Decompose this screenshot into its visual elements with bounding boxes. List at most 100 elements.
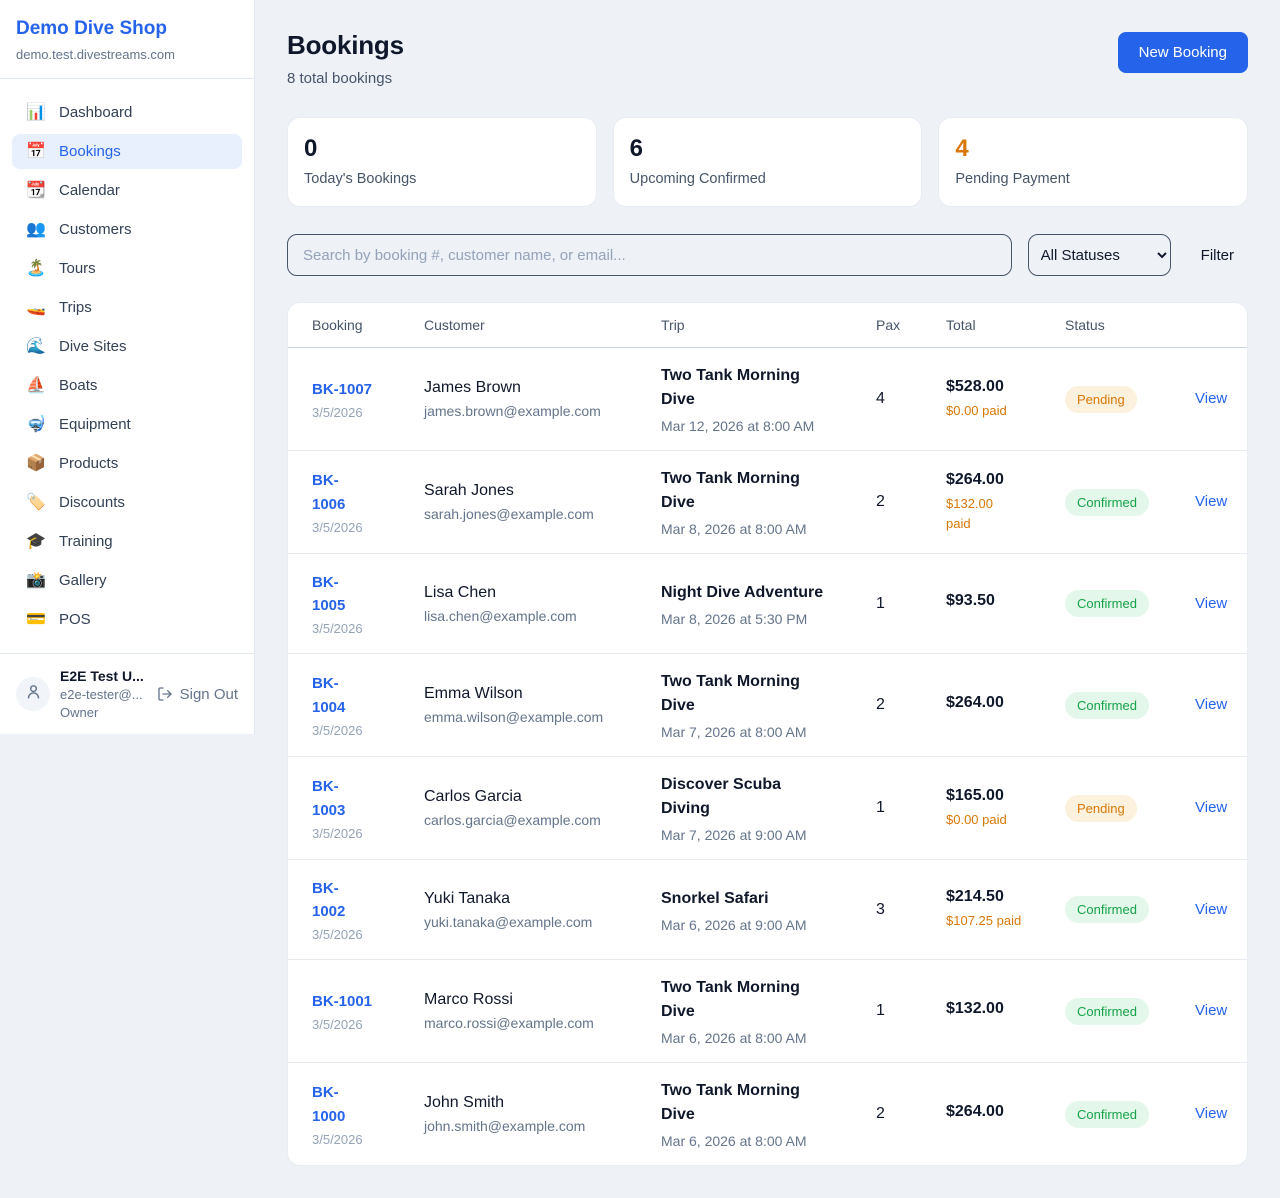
booking-cell: BK-1000 3/5/2026 bbox=[312, 1081, 424, 1147]
pax-cell: 1 bbox=[876, 1002, 946, 1020]
view-link[interactable]: View bbox=[1195, 1002, 1227, 1019]
page-title: Bookings bbox=[287, 30, 404, 61]
total-amount: $132.00 bbox=[946, 1000, 1051, 1018]
customer-name: James Brown bbox=[424, 379, 647, 397]
table-row: BK-1002 3/5/2026 Yuki Tanaka yuki.tanaka… bbox=[288, 860, 1247, 960]
booking-cell: BK-1005 3/5/2026 bbox=[312, 571, 424, 637]
pax-cell: 1 bbox=[876, 595, 946, 613]
status-badge: Confirmed bbox=[1065, 692, 1149, 719]
sidebar-item-gallery[interactable]: 📸 Gallery bbox=[12, 563, 242, 598]
sidebar-item-customers[interactable]: 👥 Customers bbox=[12, 212, 242, 247]
brand-block: Demo Dive Shop demo.test.divestreams.com bbox=[0, 0, 254, 79]
customer-cell: Marco Rossi marco.rossi@example.com bbox=[424, 991, 661, 1031]
column-header-actions bbox=[1195, 317, 1223, 333]
booking-date: 3/5/2026 bbox=[312, 1132, 410, 1147]
view-link[interactable]: View bbox=[1195, 493, 1227, 510]
new-booking-button[interactable]: New Booking bbox=[1118, 32, 1248, 73]
actions-cell: View bbox=[1195, 901, 1241, 919]
customer-email: yuki.tanaka@example.com bbox=[424, 914, 647, 930]
booking-number-link[interactable]: BK-1006 bbox=[312, 469, 410, 516]
search-input[interactable] bbox=[287, 234, 1012, 276]
sidebar-item-pos[interactable]: 💳 POS bbox=[12, 602, 242, 637]
booking-number-link[interactable]: BK-1007 bbox=[312, 378, 410, 401]
total-cell: $165.00 $0.00 paid bbox=[946, 787, 1065, 830]
trip-date: Mar 8, 2026 at 8:00 AM bbox=[661, 521, 862, 537]
view-link[interactable]: View bbox=[1195, 901, 1227, 918]
booking-number-link[interactable]: BK-1004 bbox=[312, 672, 410, 719]
filter-button[interactable]: Filter bbox=[1187, 247, 1248, 264]
booking-date: 3/5/2026 bbox=[312, 826, 410, 841]
sidebar-item-products[interactable]: 📦 Products bbox=[12, 446, 242, 481]
status-cell: Confirmed bbox=[1065, 1101, 1195, 1128]
calendar-icon: 📆 bbox=[26, 183, 46, 199]
booking-cell: BK-1003 3/5/2026 bbox=[312, 775, 424, 841]
pax-cell: 2 bbox=[876, 1105, 946, 1123]
sidebar-item-dashboard[interactable]: 📊 Dashboard bbox=[12, 95, 242, 130]
sidebar-item-discounts[interactable]: 🏷️ Discounts bbox=[12, 485, 242, 520]
booking-number-link[interactable]: BK-1003 bbox=[312, 775, 410, 822]
sidebar-item-label: POS bbox=[59, 611, 91, 628]
gallery-icon: 📸 bbox=[26, 573, 46, 589]
total-amount: $264.00 bbox=[946, 471, 1051, 489]
person-icon bbox=[25, 683, 42, 705]
customer-cell: Yuki Tanaka yuki.tanaka@example.com bbox=[424, 890, 661, 930]
total-amount: $93.50 bbox=[946, 592, 1051, 610]
view-link[interactable]: View bbox=[1195, 390, 1227, 407]
stat-label: Pending Payment bbox=[955, 171, 1231, 187]
table-row: BK-1005 3/5/2026 Lisa Chen lisa.chen@exa… bbox=[288, 554, 1247, 654]
booking-number-link[interactable]: BK-1005 bbox=[312, 571, 410, 618]
status-badge: Confirmed bbox=[1065, 590, 1149, 617]
boats-icon: ⛵ bbox=[26, 378, 46, 394]
status-badge: Confirmed bbox=[1065, 998, 1149, 1025]
trip-date: Mar 6, 2026 at 9:00 AM bbox=[661, 917, 862, 933]
sidebar-item-bookings[interactable]: 📅 Bookings bbox=[12, 134, 242, 169]
customer-cell: James Brown james.brown@example.com bbox=[424, 379, 661, 419]
trip-title: Two Tank MorningDive bbox=[661, 364, 862, 412]
status-filter-select[interactable]: All Statuses bbox=[1028, 234, 1171, 276]
customer-name: Lisa Chen bbox=[424, 584, 647, 602]
stat-cards: 0 Today's Bookings 6 Upcoming Confirmed … bbox=[287, 117, 1248, 207]
sign-out-button[interactable]: Sign Out bbox=[157, 686, 238, 703]
booking-number-link[interactable]: BK-1001 bbox=[312, 990, 410, 1013]
customer-email: lisa.chen@example.com bbox=[424, 608, 647, 624]
sidebar-item-label: Bookings bbox=[59, 143, 121, 160]
total-amount: $165.00 bbox=[946, 787, 1051, 805]
booking-date: 3/5/2026 bbox=[312, 405, 410, 420]
sidebar-item-label: Customers bbox=[59, 221, 132, 238]
stat-value: 0 bbox=[304, 135, 580, 163]
column-header-pax: Pax bbox=[876, 317, 946, 333]
view-link[interactable]: View bbox=[1195, 799, 1227, 816]
view-link[interactable]: View bbox=[1195, 1105, 1227, 1122]
view-link[interactable]: View bbox=[1195, 696, 1227, 713]
sidebar-item-label: Trips bbox=[59, 299, 92, 316]
booking-number-link[interactable]: BK-1000 bbox=[312, 1081, 410, 1128]
stat-value: 6 bbox=[630, 135, 906, 163]
stat-label: Upcoming Confirmed bbox=[630, 171, 906, 187]
booking-cell: BK-1007 3/5/2026 bbox=[312, 378, 424, 420]
trip-title: Two Tank MorningDive bbox=[661, 467, 862, 515]
sidebar-item-trips[interactable]: 🚤 Trips bbox=[12, 290, 242, 325]
booking-number-link[interactable]: BK-1002 bbox=[312, 877, 410, 924]
table-row: BK-1003 3/5/2026 Carlos Garcia carlos.ga… bbox=[288, 757, 1247, 860]
column-header-status: Status bbox=[1065, 317, 1195, 333]
pax-cell: 2 bbox=[876, 493, 946, 511]
status-badge: Confirmed bbox=[1065, 896, 1149, 923]
total-amount: $264.00 bbox=[946, 694, 1051, 712]
status-cell: Confirmed bbox=[1065, 692, 1195, 719]
total-amount: $264.00 bbox=[946, 1103, 1051, 1121]
bookings-table: Booking Customer Trip Pax Total Status B… bbox=[287, 302, 1248, 1166]
sidebar-item-calendar[interactable]: 📆 Calendar bbox=[12, 173, 242, 208]
sidebar-item-dive-sites[interactable]: 🌊 Dive Sites bbox=[12, 329, 242, 364]
dashboard-icon: 📊 bbox=[26, 105, 46, 121]
sign-out-icon bbox=[157, 686, 173, 702]
sidebar-item-boats[interactable]: ⛵ Boats bbox=[12, 368, 242, 403]
sidebar-item-equipment[interactable]: 🤿 Equipment bbox=[12, 407, 242, 442]
customer-email: carlos.garcia@example.com bbox=[424, 812, 647, 828]
sidebar-item-training[interactable]: 🎓 Training bbox=[12, 524, 242, 559]
pax-cell: 3 bbox=[876, 901, 946, 919]
sidebar-item-tours[interactable]: 🏝️ Tours bbox=[12, 251, 242, 286]
sidebar-item-label: Dashboard bbox=[59, 104, 132, 121]
status-cell: Confirmed bbox=[1065, 489, 1195, 516]
view-link[interactable]: View bbox=[1195, 595, 1227, 612]
app-root: Demo Dive Shop demo.test.divestreams.com… bbox=[0, 0, 1280, 1198]
